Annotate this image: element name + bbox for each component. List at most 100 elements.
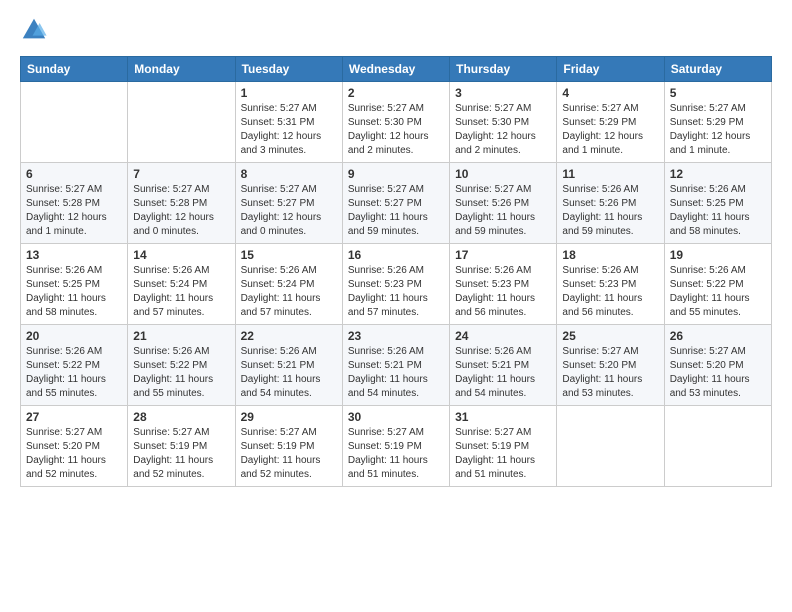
cell-date: 19: [670, 248, 766, 262]
cell-date: 10: [455, 167, 551, 181]
header-cell-saturday: Saturday: [664, 57, 771, 82]
cell-date: 5: [670, 86, 766, 100]
cell-date: 3: [455, 86, 551, 100]
logo-icon: [20, 16, 48, 44]
calendar-header: SundayMondayTuesdayWednesdayThursdayFrid…: [21, 57, 772, 82]
cell-date: 30: [348, 410, 444, 424]
calendar-cell: 28Sunrise: 5:27 AM Sunset: 5:19 PM Dayli…: [128, 406, 235, 487]
cell-info: Sunrise: 5:26 AM Sunset: 5:23 PM Dayligh…: [455, 264, 551, 320]
calendar-cell: 11 Sunrise: 5:26 AM Sunset: 5:26 PM Dayli…: [557, 163, 664, 244]
cell-date: 13: [26, 248, 122, 262]
cell-date: 25: [562, 329, 658, 343]
calendar-cell: 13 Sunrise: 5:26 AM Sunset: 5:25 PM Dayli…: [21, 244, 128, 325]
calendar-cell: [21, 82, 128, 163]
header-cell-thursday: Thursday: [450, 57, 557, 82]
header-cell-wednesday: Wednesday: [342, 57, 449, 82]
calendar-cell: 21Sunrise: 5:26 AM Sunset: 5:22 PM Dayli…: [128, 325, 235, 406]
cell-info: Sunrise: 5:26 AM Sunset: 5:24 PM Dayligh…: [133, 264, 229, 320]
cell-info: Sunrise: 5:26 AM Sunset: 5:21 PM Dayligh…: [241, 345, 337, 401]
cell-date: 12: [670, 167, 766, 181]
header: [20, 16, 772, 44]
cell-date: 16: [348, 248, 444, 262]
calendar-cell: 3Sunrise: 5:27 AM Sunset: 5:30 PM Daylig…: [450, 82, 557, 163]
cell-date: 22: [241, 329, 337, 343]
calendar-cell: 22 Sunrise: 5:26 AM Sunset: 5:21 PM Dayli…: [235, 325, 342, 406]
cell-info: Sunrise: 5:26 AM Sunset: 5:26 PM Dayligh…: [562, 183, 658, 239]
calendar-cell: 1 Sunrise: 5:27 AM Sunset: 5:31 PM Daylig…: [235, 82, 342, 163]
cell-date: 14: [133, 248, 229, 262]
header-cell-tuesday: Tuesday: [235, 57, 342, 82]
cell-date: 15: [241, 248, 337, 262]
cell-info: Sunrise: 5:27 AM Sunset: 5:19 PM Dayligh…: [348, 426, 444, 482]
cell-info: Sunrise: 5:27 AM Sunset: 5:20 PM Dayligh…: [670, 345, 766, 401]
calendar-cell: 6 Sunrise: 5:27 AM Sunset: 5:28 PM Daylig…: [21, 163, 128, 244]
calendar-cell: 7 Sunrise: 5:27 AM Sunset: 5:28 PM Daylig…: [128, 163, 235, 244]
cell-info: Sunrise: 5:26 AM Sunset: 5:22 PM Dayligh…: [133, 345, 229, 401]
cell-date: 27: [26, 410, 122, 424]
calendar-cell: 15 Sunrise: 5:26 AM Sunset: 5:24 PM Dayli…: [235, 244, 342, 325]
cell-info: Sunrise: 5:27 AM Sunset: 5:20 PM Dayligh…: [562, 345, 658, 401]
calendar-cell: 14 Sunrise: 5:26 AM Sunset: 5:24 PM Dayli…: [128, 244, 235, 325]
cell-date: 11: [562, 167, 658, 181]
cell-info: Sunrise: 5:27 AM Sunset: 5:27 PM Dayligh…: [348, 183, 444, 239]
cell-info: Sunrise: 5:26 AM Sunset: 5:21 PM Dayligh…: [348, 345, 444, 401]
cell-info: Sunrise: 5:27 AM Sunset: 5:28 PM Dayligh…: [133, 183, 229, 239]
week-row-5: 27 Sunrise: 5:27 AM Sunset: 5:20 PM Dayli…: [21, 406, 772, 487]
calendar-cell: 16Sunrise: 5:26 AM Sunset: 5:23 PM Dayli…: [342, 244, 449, 325]
calendar-cell: [664, 406, 771, 487]
cell-info: Sunrise: 5:26 AM Sunset: 5:21 PM Dayligh…: [455, 345, 551, 401]
calendar-cell: 10 Sunrise: 5:27 AM Sunset: 5:26 PM Dayli…: [450, 163, 557, 244]
calendar-cell: 30 Sunrise: 5:27 AM Sunset: 5:19 PM Dayli…: [342, 406, 449, 487]
calendar-cell: 4 Sunrise: 5:27 AM Sunset: 5:29 PM Daylig…: [557, 82, 664, 163]
cell-info: Sunrise: 5:27 AM Sunset: 5:28 PM Dayligh…: [26, 183, 122, 239]
week-row-2: 6 Sunrise: 5:27 AM Sunset: 5:28 PM Daylig…: [21, 163, 772, 244]
cell-info: Sunrise: 5:26 AM Sunset: 5:24 PM Dayligh…: [241, 264, 337, 320]
header-row: SundayMondayTuesdayWednesdayThursdayFrid…: [21, 57, 772, 82]
calendar-cell: 9 Sunrise: 5:27 AM Sunset: 5:27 PM Daylig…: [342, 163, 449, 244]
calendar-cell: 8 Sunrise: 5:27 AM Sunset: 5:27 PM Daylig…: [235, 163, 342, 244]
logo: [20, 16, 52, 44]
header-cell-sunday: Sunday: [21, 57, 128, 82]
cell-info: Sunrise: 5:27 AM Sunset: 5:27 PM Dayligh…: [241, 183, 337, 239]
cell-info: Sunrise: 5:26 AM Sunset: 5:25 PM Dayligh…: [26, 264, 122, 320]
cell-date: 8: [241, 167, 337, 181]
cell-date: 1: [241, 86, 337, 100]
calendar-cell: 31 Sunrise: 5:27 AM Sunset: 5:19 PM Dayli…: [450, 406, 557, 487]
cell-date: 31: [455, 410, 551, 424]
cell-info: Sunrise: 5:27 AM Sunset: 5:26 PM Dayligh…: [455, 183, 551, 239]
header-cell-friday: Friday: [557, 57, 664, 82]
cell-date: 7: [133, 167, 229, 181]
calendar-body: 1 Sunrise: 5:27 AM Sunset: 5:31 PM Daylig…: [21, 82, 772, 487]
cell-info: Sunrise: 5:27 AM Sunset: 5:30 PM Dayligh…: [348, 102, 444, 158]
cell-date: 2: [348, 86, 444, 100]
cell-info: Sunrise: 5:27 AM Sunset: 5:31 PM Dayligh…: [241, 102, 337, 158]
cell-info: Sunrise: 5:27 AM Sunset: 5:20 PM Dayligh…: [26, 426, 122, 482]
cell-info: Sunrise: 5:27 AM Sunset: 5:29 PM Dayligh…: [670, 102, 766, 158]
calendar-cell: 5 Sunrise: 5:27 AM Sunset: 5:29 PM Daylig…: [664, 82, 771, 163]
cell-info: Sunrise: 5:27 AM Sunset: 5:19 PM Dayligh…: [455, 426, 551, 482]
calendar-cell: 18Sunrise: 5:26 AM Sunset: 5:23 PM Dayli…: [557, 244, 664, 325]
cell-info: Sunrise: 5:27 AM Sunset: 5:29 PM Dayligh…: [562, 102, 658, 158]
cell-date: 28: [133, 410, 229, 424]
calendar-cell: 29Sunrise: 5:27 AM Sunset: 5:19 PM Dayli…: [235, 406, 342, 487]
cell-date: 17: [455, 248, 551, 262]
calendar-cell: [128, 82, 235, 163]
calendar-cell: 19 Sunrise: 5:26 AM Sunset: 5:22 PM Dayli…: [664, 244, 771, 325]
calendar-cell: 25 Sunrise: 5:27 AM Sunset: 5:20 PM Dayli…: [557, 325, 664, 406]
cell-info: Sunrise: 5:26 AM Sunset: 5:22 PM Dayligh…: [670, 264, 766, 320]
cell-date: 6: [26, 167, 122, 181]
cell-date: 23: [348, 329, 444, 343]
calendar-cell: 2 Sunrise: 5:27 AM Sunset: 5:30 PM Daylig…: [342, 82, 449, 163]
week-row-4: 20 Sunrise: 5:26 AM Sunset: 5:22 PM Dayli…: [21, 325, 772, 406]
cell-date: 20: [26, 329, 122, 343]
cell-info: Sunrise: 5:26 AM Sunset: 5:25 PM Dayligh…: [670, 183, 766, 239]
calendar: SundayMondayTuesdayWednesdayThursdayFrid…: [20, 56, 772, 487]
week-row-1: 1 Sunrise: 5:27 AM Sunset: 5:31 PM Daylig…: [21, 82, 772, 163]
cell-date: 4: [562, 86, 658, 100]
cell-date: 9: [348, 167, 444, 181]
calendar-cell: 20Sunrise: 5:26 AM Sunset: 5:22 PM Dayli…: [21, 325, 128, 406]
calendar-cell: 27 Sunrise: 5:27 AM Sunset: 5:20 PM Dayli…: [21, 406, 128, 487]
cell-info: Sunrise: 5:27 AM Sunset: 5:19 PM Dayligh…: [241, 426, 337, 482]
cell-date: 18: [562, 248, 658, 262]
header-cell-monday: Monday: [128, 57, 235, 82]
